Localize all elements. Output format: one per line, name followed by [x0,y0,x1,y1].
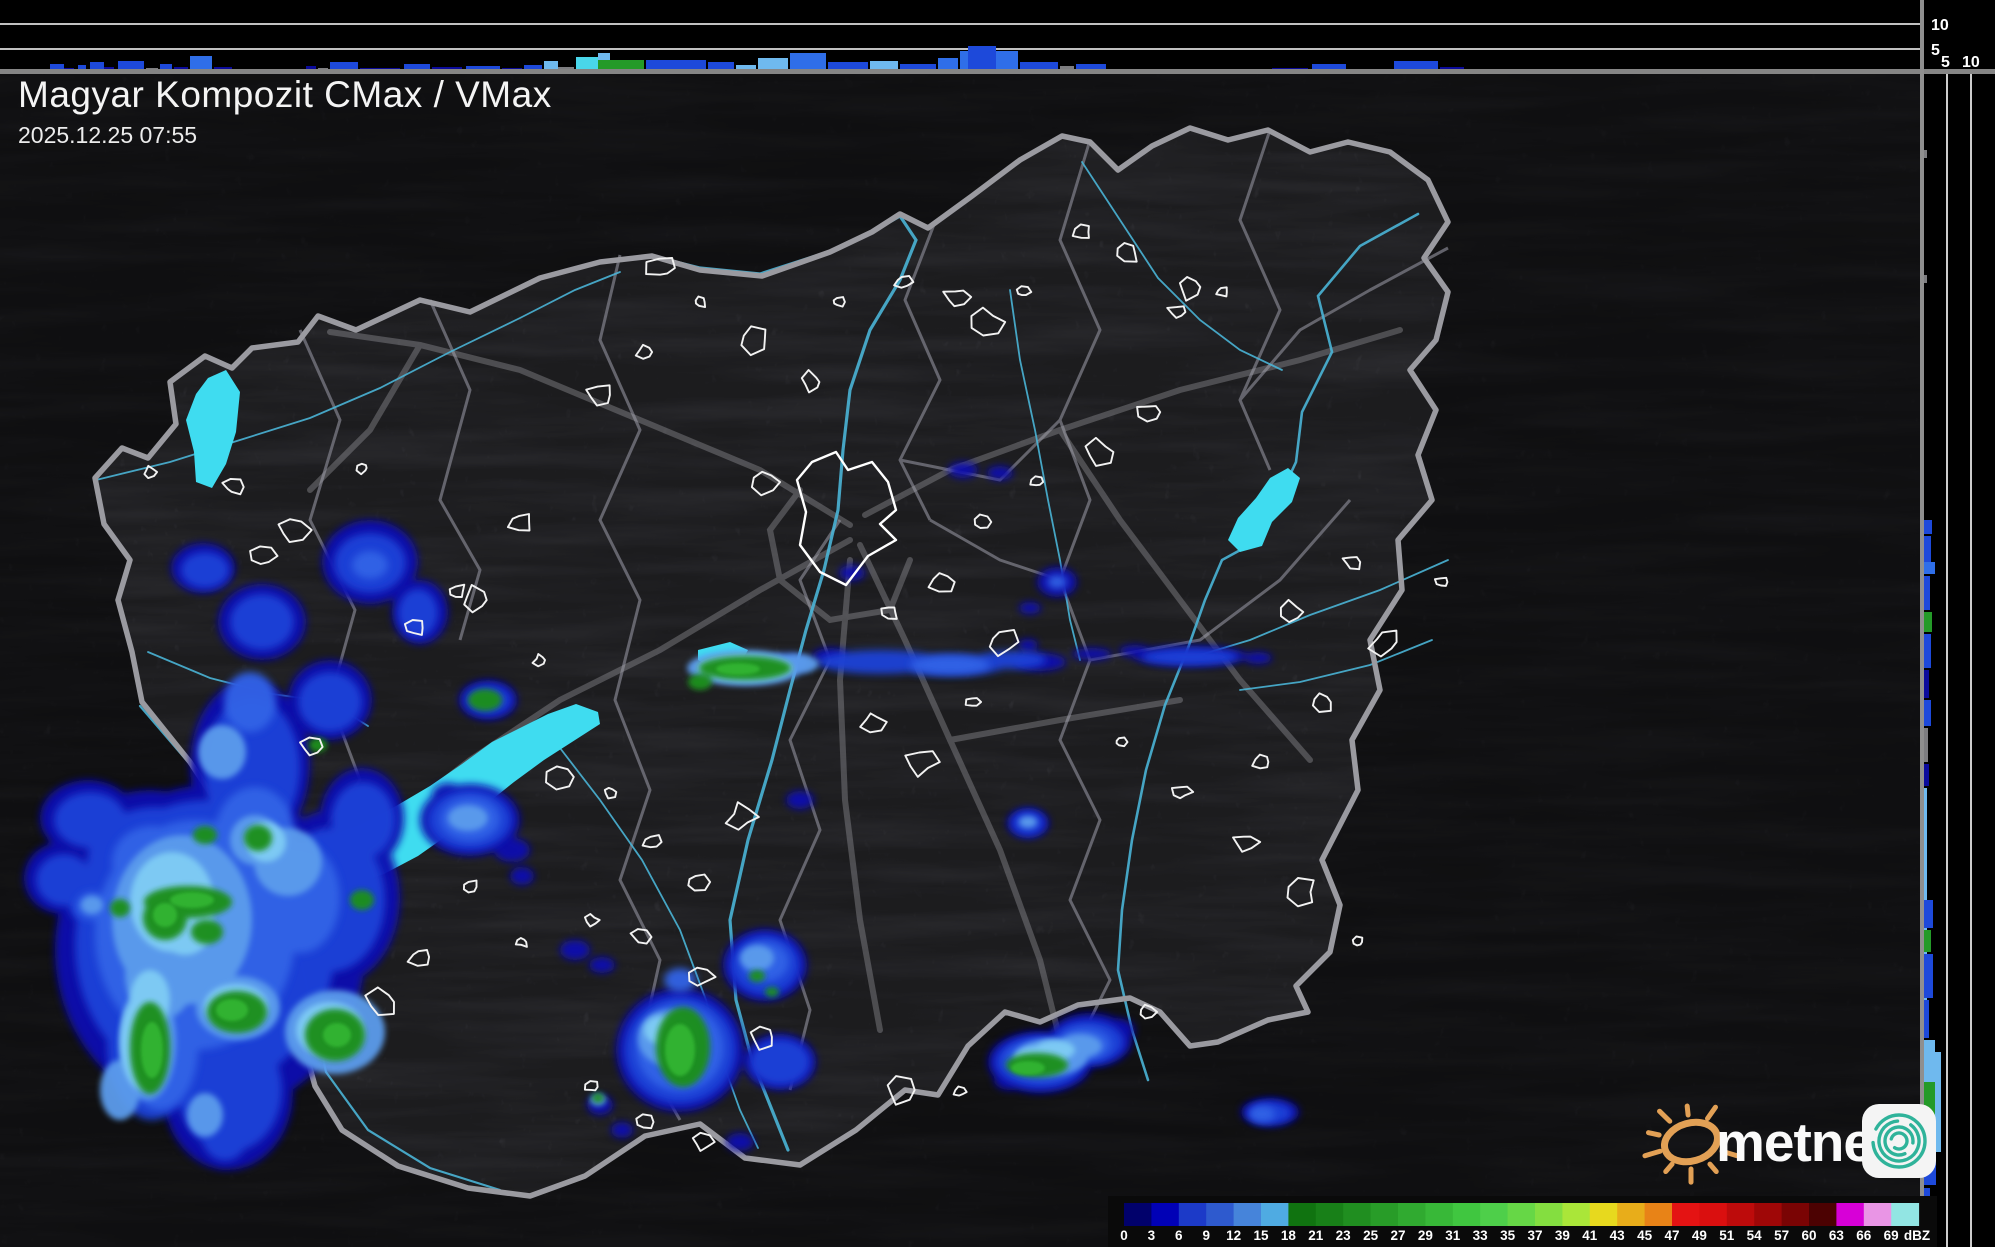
colorbar-segment [1370,1203,1399,1226]
colorbar-segment [1754,1203,1783,1226]
top-profile-panel [0,0,1920,73]
colorbar-segment [1617,1203,1646,1226]
side-axis-label-10: 10 [1962,54,1980,71]
colorbar-segment [1178,1203,1207,1226]
colorbar-tick-label: 63 [1829,1228,1845,1243]
colorbar-tick-label: 35 [1500,1228,1516,1243]
colorbar-tick-label: 0 [1120,1228,1128,1243]
colorbar-tick-label: 3 [1148,1228,1156,1243]
colorbar-tick-label: 29 [1418,1228,1433,1243]
colorbar-segment [1562,1203,1591,1226]
colorbar-tick-label: 33 [1473,1228,1489,1243]
colorbar-tick-label: 12 [1226,1228,1241,1243]
colorbar-segment [1672,1203,1700,1226]
colorbar-segment [1315,1203,1344,1226]
colorbar-tick-label: 37 [1527,1228,1542,1243]
side-profile-panel [1924,74,1995,1247]
colorbar-segment [1480,1203,1509,1226]
colorbar-segment [1863,1203,1892,1226]
colorbar-segment [1535,1203,1563,1226]
colorbar-tick-label: 6 [1175,1228,1183,1243]
dbz-colorbar: 0 3 6 9 12 15 18 21 23 25 27 29 31 33 35 37 39 41 43 45 47 49… [1108,1196,1937,1247]
side-axis-label-5: 5 [1941,54,1950,71]
colorbar-tick-label: 23 [1336,1228,1352,1243]
title-block: Magyar Kompozit CMax / VMax 2025.12.25 0… [18,74,552,149]
colorbar-segment [1891,1203,1920,1226]
colorbar-tick-label: 57 [1774,1228,1789,1243]
colorbar-tick-label: 9 [1202,1228,1210,1243]
colorbar-tick-label: 49 [1692,1228,1707,1243]
colorbar-segment [1781,1203,1810,1226]
colorbar-tick-label: 47 [1664,1228,1679,1243]
colorbar-segment [1809,1203,1837,1226]
colorbar-segment [1452,1203,1481,1226]
colorbar-segment [1151,1203,1180,1226]
colorbar-segment [1589,1203,1618,1226]
colorbar-segment [1233,1203,1262,1226]
radar-screenshot: 10 5 5 10 0 3 6 9 12 15 18 21 23 25 27 29 31 33 35 37 39… [0,0,1995,1247]
colorbar-segment [1425,1203,1454,1226]
colorbar-segment [1836,1203,1865,1226]
altitude-label-10: 10 [1931,17,1949,34]
colorbar-tick-label: 39 [1555,1228,1570,1243]
colorbar-tick-label: 41 [1582,1228,1598,1243]
colorbar-segment [1261,1203,1289,1226]
colorbar-segment [1507,1203,1536,1226]
colorbar-tick-label: 27 [1390,1228,1405,1243]
colorbar-tick-label: 45 [1637,1228,1653,1243]
colorbar-tick-label: 21 [1308,1228,1324,1243]
colorbar-segment [1206,1203,1235,1226]
vertical-separator [1920,0,1924,1247]
altitude-label-5: 5 [1931,42,1940,59]
radar-scene: 10 5 5 10 0 3 6 9 12 15 18 21 23 25 27 29 31 33 35 37 39… [0,0,1995,1247]
colorbar-unit-label: dBZ [1904,1228,1930,1243]
colorbar-segment [1699,1203,1728,1226]
colorbar-segment [1288,1203,1317,1226]
colorbar-tick-label: 51 [1719,1228,1735,1243]
colorbar-tick-label: 31 [1445,1228,1461,1243]
colorbar-tick-label: 18 [1281,1228,1297,1243]
page-title: Magyar Kompozit CMax / VMax [18,74,552,115]
altitude-axis-corner: 10 5 5 10 [1920,0,1995,73]
colorbar-segment [1644,1203,1673,1226]
colorbar-tick-label: 15 [1253,1228,1269,1243]
colorbar-tick-label: 25 [1363,1228,1379,1243]
colorbar-tick-label: 43 [1610,1228,1626,1243]
colorbar-tick-label: 60 [1801,1228,1816,1243]
colorbar-tick-label: 66 [1856,1228,1872,1243]
colorbar-tick-label: 54 [1747,1228,1763,1243]
radar-map [0,74,1920,1247]
colorbar-segment [1726,1203,1755,1226]
timestamp: 2025.12.25 07:55 [18,122,198,148]
colorbar-tick-label: 69 [1884,1228,1899,1243]
colorbar-segment [1343,1203,1372,1226]
colorbar-segment [1124,1203,1152,1226]
colorbar-segment [1398,1203,1426,1226]
